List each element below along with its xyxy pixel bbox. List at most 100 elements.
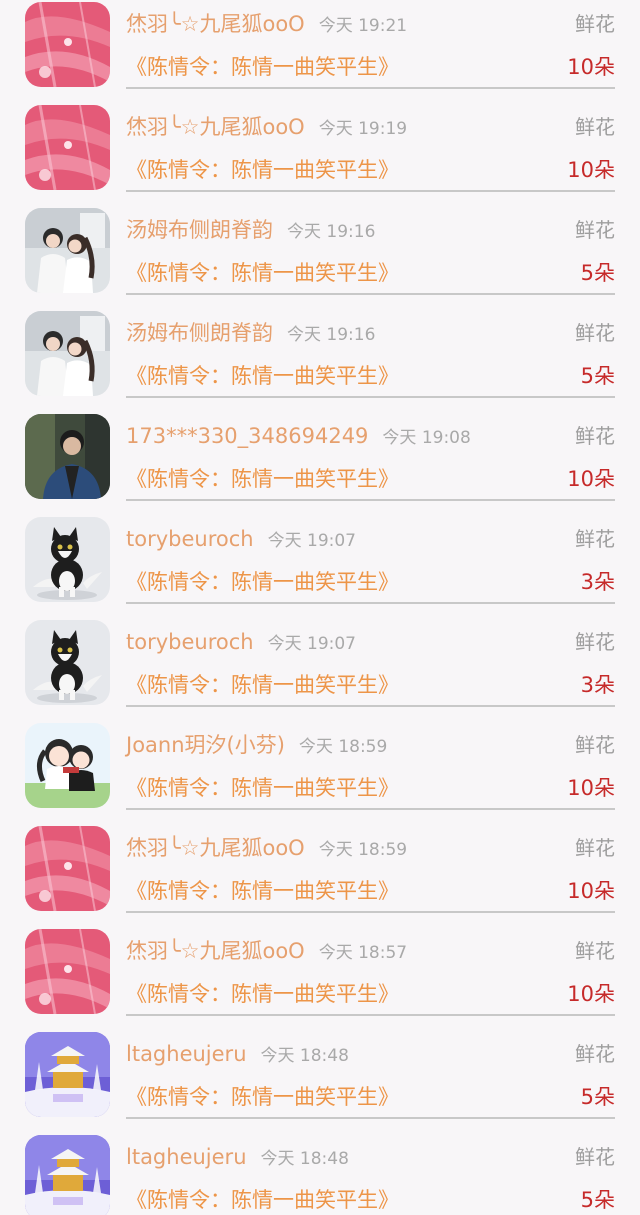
flower-count: 10朵 [567,982,615,1006]
user-name-text: torybeuroch [126,630,254,654]
list-item[interactable]: Joann玥汐(小芬) 今天 18:59 鲜花 《陈情令：陈情一曲笑平生》 10朵 [0,721,640,824]
timestamp: 今天 18:48 [260,1046,349,1066]
gift-type: 鲜花 [575,836,615,860]
list-item[interactable]: 烋羽╰☆九尾狐ooO 今天 18:59 鲜花 《陈情令：陈情一曲笑平生》 10朵 [0,824,640,927]
avatar[interactable] [25,620,110,705]
user-name[interactable]: 汤姆布侧朗脊韵 今天 19:16 [126,216,375,246]
timestamp: 今天 19:16 [287,222,376,242]
couple-photo-avatar-icon [25,208,110,293]
avatar[interactable] [25,1135,110,1215]
flower-count: 3朵 [580,673,615,697]
timestamp: 今天 18:59 [318,840,408,860]
book-title[interactable]: 《陈情令：陈情一曲笑平生》 [126,979,399,1009]
list-item[interactable]: 汤姆布侧朗脊韵 今天 19:16 鲜花 《陈情令：陈情一曲笑平生》 5朵 [0,309,640,412]
gift-type: 鲜花 [575,12,615,36]
user-name-text: 汤姆布侧朗脊韵 [126,321,273,345]
timestamp: 今天 19:21 [318,16,408,36]
book-title[interactable]: 《陈情令：陈情一曲笑平生》 [126,52,399,82]
timestamp: 今天 19:19 [318,119,408,139]
avatar[interactable] [25,414,110,499]
user-name[interactable]: ltagheujeru 今天 18:48 [126,1143,349,1173]
divider [126,293,615,295]
book-title[interactable]: 《陈情令：陈情一曲笑平生》 [126,258,399,288]
user-name[interactable]: 汤姆布侧朗脊韵 今天 19:16 [126,319,375,349]
pink-feather-avatar-icon [25,826,110,911]
list-item[interactable]: torybeuroch 今天 19:07 鲜花 《陈情令：陈情一曲笑平生》 3朵 [0,515,640,618]
user-name-text: ltagheujeru [126,1145,247,1169]
avatar[interactable] [25,826,110,911]
gift-type: 鲜花 [575,733,615,757]
flower-count: 10朵 [567,776,615,800]
divider [126,190,615,192]
gift-type: 鲜花 [575,1042,615,1066]
flower-count: 5朵 [580,1085,615,1109]
list-item[interactable]: 烋羽╰☆九尾狐ooO 今天 19:21 鲜花 《陈情令：陈情一曲笑平生》 10朵 [0,0,640,103]
book-title[interactable]: 《陈情令：陈情一曲笑平生》 [126,773,399,803]
avatar[interactable] [25,929,110,1014]
avatar[interactable] [25,517,110,602]
avatar[interactable] [25,311,110,396]
avatar[interactable] [25,105,110,190]
gift-type: 鲜花 [575,1145,615,1169]
divider [126,1117,615,1119]
flower-count: 3朵 [580,570,615,594]
gift-type: 鲜花 [575,939,615,963]
timestamp: 今天 19:07 [267,531,356,551]
user-name[interactable]: 烋羽╰☆九尾狐ooO 今天 18:59 [126,834,407,864]
avatar[interactable] [25,208,110,293]
user-name[interactable]: 烋羽╰☆九尾狐ooO 今天 18:57 [126,937,407,967]
flower-count: 5朵 [580,364,615,388]
gift-type: 鲜花 [575,424,615,448]
snow-temple-avatar-icon [25,1135,110,1215]
kitten-avatar-icon [25,620,110,705]
user-name[interactable]: torybeuroch 今天 19:07 [126,525,356,555]
flower-count: 5朵 [580,261,615,285]
user-name-text: 烋羽╰☆九尾狐ooO [126,12,305,36]
timestamp: 今天 19:07 [267,634,356,654]
gift-record-list: 烋羽╰☆九尾狐ooO 今天 19:21 鲜花 《陈情令：陈情一曲笑平生》 10朵 … [0,0,640,1215]
list-item[interactable]: ltagheujeru 今天 18:48 鲜花 《陈情令：陈情一曲笑平生》 5朵 [0,1133,640,1215]
user-name-text: 烋羽╰☆九尾狐ooO [126,939,305,963]
list-item[interactable]: ltagheujeru 今天 18:48 鲜花 《陈情令：陈情一曲笑平生》 5朵 [0,1030,640,1133]
book-title[interactable]: 《陈情令：陈情一曲笑平生》 [126,155,399,185]
list-item[interactable]: 汤姆布侧朗脊韵 今天 19:16 鲜花 《陈情令：陈情一曲笑平生》 5朵 [0,206,640,309]
book-title[interactable]: 《陈情令：陈情一曲笑平生》 [126,361,399,391]
gift-type: 鲜花 [575,115,615,139]
book-title[interactable]: 《陈情令：陈情一曲笑平生》 [126,876,399,906]
divider [126,87,615,89]
book-title[interactable]: 《陈情令：陈情一曲笑平生》 [126,464,399,494]
user-name[interactable]: 烋羽╰☆九尾狐ooO 今天 19:19 [126,113,407,143]
avatar[interactable] [25,723,110,808]
man-portrait-avatar-icon [25,414,110,499]
list-item[interactable]: 烋羽╰☆九尾狐ooO 今天 18:57 鲜花 《陈情令：陈情一曲笑平生》 10朵 [0,927,640,1030]
list-item[interactable]: torybeuroch 今天 19:07 鲜花 《陈情令：陈情一曲笑平生》 3朵 [0,618,640,721]
user-name-text: 烋羽╰☆九尾狐ooO [126,836,305,860]
user-name[interactable]: Joann玥汐(小芬) 今天 18:59 [126,731,387,761]
book-title[interactable]: 《陈情令：陈情一曲笑平生》 [126,670,399,700]
user-name[interactable]: torybeuroch 今天 19:07 [126,628,356,658]
avatar[interactable] [25,1032,110,1117]
user-name-text: Joann玥汐(小芬) [126,733,285,757]
gift-type: 鲜花 [575,321,615,345]
timestamp: 今天 19:08 [382,428,471,448]
user-name[interactable]: 烋羽╰☆九尾狐ooO 今天 19:21 [126,10,407,40]
divider [126,705,615,707]
list-item[interactable]: 烋羽╰☆九尾狐ooO 今天 19:19 鲜花 《陈情令：陈情一曲笑平生》 10朵 [0,103,640,206]
user-name-text: ltagheujeru [126,1042,247,1066]
avatar[interactable] [25,2,110,87]
timestamp: 今天 18:59 [298,737,388,757]
divider [126,911,615,913]
divider [126,808,615,810]
divider [126,602,615,604]
book-title[interactable]: 《陈情令：陈情一曲笑平生》 [126,1185,399,1215]
user-name[interactable]: ltagheujeru 今天 18:48 [126,1040,349,1070]
chibi-pair-avatar-icon [25,723,110,808]
user-name-text: 汤姆布侧朗脊韵 [126,218,273,242]
book-title[interactable]: 《陈情令：陈情一曲笑平生》 [126,567,399,597]
flower-count: 10朵 [567,467,615,491]
book-title[interactable]: 《陈情令：陈情一曲笑平生》 [126,1082,399,1112]
user-name[interactable]: 173***330_348694249 今天 19:08 [126,422,471,452]
list-item[interactable]: 173***330_348694249 今天 19:08 鲜花 《陈情令：陈情一曲… [0,412,640,515]
gift-type: 鲜花 [575,218,615,242]
couple-photo-avatar-icon [25,311,110,396]
